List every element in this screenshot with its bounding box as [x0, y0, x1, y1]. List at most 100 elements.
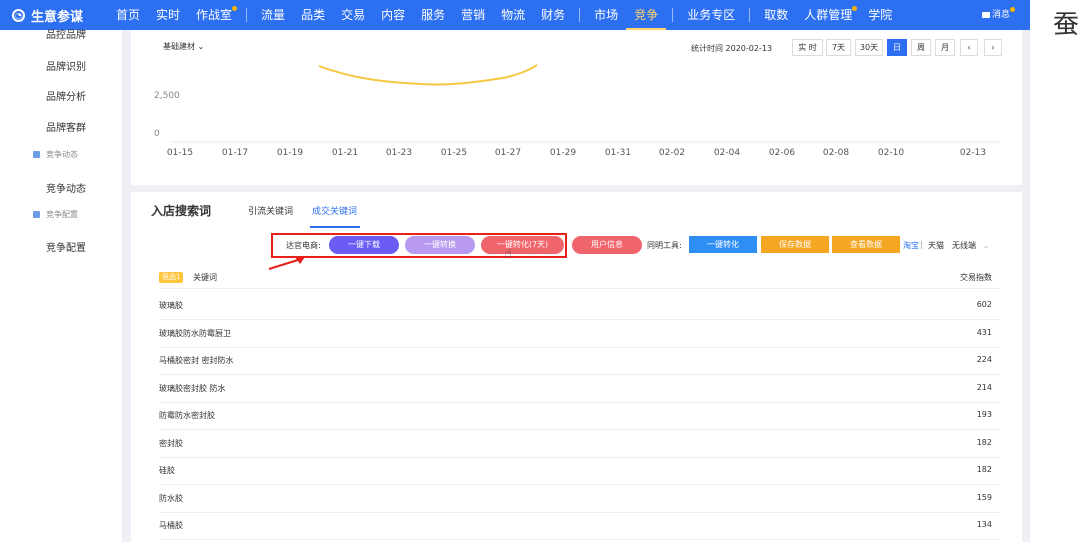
nav-item-label: 流量 — [261, 8, 286, 22]
y-tick-label: 2,500 — [154, 91, 180, 101]
x-tick-label: 01-15 — [166, 148, 194, 158]
nav-item[interactable]: 交易 — [333, 0, 373, 30]
message-label: 消息 — [991, 10, 1010, 20]
trade-index-cell: 431 — [976, 327, 992, 337]
keyword-card: 入店搜索词 引流关键词 成交关键词 达官电商: 一键下载 一键转换 一键转化(7… — [131, 192, 1022, 542]
table-header: 竞品1 关键词 交易指数 — [159, 270, 1001, 289]
arrow-icon — [268, 257, 305, 270]
nav-separator — [749, 8, 751, 22]
keyword-cell: 密封胶 — [159, 438, 183, 448]
x-tick-label: 01-25 — [440, 148, 468, 158]
nav-item[interactable]: 营销 — [453, 0, 493, 30]
trend-chart — [171, 64, 1001, 143]
trade-index-cell: 602 — [976, 300, 992, 309]
series-line — [318, 64, 538, 86]
notification-dot — [232, 6, 238, 11]
table-row: 玻璃胶密封胶 防水 214 — [159, 375, 1001, 403]
table-row: 密封胶 182 — [159, 430, 1001, 458]
keyword-cell: 防霉防水密封胶 — [159, 411, 215, 420]
nav-item[interactable]: 实时 — [148, 0, 188, 30]
nav-item-label: 市场 — [594, 8, 619, 22]
top-nav-bar: ◔ 生意参谋 首页 实时 作战室 流量 品类 交易 内容 服务 营销 物流 财务 市场 竞争 业务专区 取数… — [0, 0, 1030, 30]
nav-item-label: 竞争 — [634, 8, 659, 22]
nav-item-label: 学院 — [868, 8, 893, 22]
sidebar-group: 竞争配置 — [33, 209, 78, 220]
highlight-box — [271, 233, 567, 258]
cursor-icon: ☝ — [505, 247, 512, 260]
tmall-link[interactable]: 天猫 — [928, 240, 944, 251]
app-logo[interactable]: ◔ 生意参谋 — [12, 6, 108, 25]
nav-item[interactable]: 业务专区 — [679, 0, 743, 30]
folder-icon — [33, 151, 40, 158]
save-data-button[interactable]: 保存数据 — [761, 236, 829, 253]
trade-index-cell: 159 — [976, 492, 992, 502]
nav-item[interactable]: 品类 — [293, 0, 333, 30]
app-name: 生意参谋 — [31, 9, 84, 25]
nav-item-label: 品类 — [301, 8, 326, 22]
trade-index-cell: 182 — [976, 437, 992, 447]
table-row: 防霉防水密封胶 193 — [159, 402, 1001, 430]
keyword-cell: 硅胶 — [159, 466, 175, 475]
sidebar-item[interactable]: 竞争配置 — [46, 239, 86, 254]
nav-item[interactable]: 市场 — [586, 0, 626, 30]
active-tab-indicator — [310, 226, 360, 228]
keyword-cell: 防水胶 — [159, 493, 183, 503]
trade-index-cell: 182 — [976, 465, 992, 474]
nav-item[interactable]: 流量 — [253, 0, 293, 30]
nav-item[interactable]: 取数 — [756, 0, 796, 30]
nav-item-label: 首页 — [116, 8, 141, 22]
sidebar-item[interactable]: 品控品牌 — [46, 26, 86, 41]
keyword-cell: 玻璃胶防水防霉厨卫 — [159, 328, 231, 338]
keyword-cell: 马桶胶密封 密封防水 — [159, 356, 234, 365]
message-dot — [1010, 7, 1015, 12]
nav-item[interactable]: 内容 — [373, 0, 413, 30]
sidebar-item[interactable]: 品牌分析 — [46, 88, 86, 103]
trade-index-cell: 134 — [976, 520, 992, 529]
trade-index-cell: 214 — [976, 382, 992, 392]
nav-item-label: 业务专区 — [687, 8, 736, 22]
nav-item[interactable]: 人群管理 — [796, 0, 860, 30]
table-row: 玻璃胶防水防霉厨卫 431 — [159, 320, 1001, 348]
col-keyword: 关键词 — [193, 273, 217, 282]
nav-item[interactable]: 首页 — [108, 0, 148, 30]
nav-item-label: 人群管理 — [804, 8, 853, 22]
nav-item-label: 取数 — [764, 8, 789, 22]
table-row: 防水胶 159 — [159, 485, 1001, 513]
nav-item[interactable]: 作战室 — [188, 0, 240, 30]
sidebar-group: 竞争动态 — [33, 149, 78, 160]
message-button[interactable]: 消息 — [981, 0, 1015, 30]
view-data-button[interactable]: 查看数据 — [832, 236, 900, 253]
x-tick-label: 02-02 — [658, 148, 686, 158]
nav-separator — [246, 8, 248, 22]
folder-icon — [33, 211, 40, 218]
sidebar-item[interactable]: 品牌客群 — [46, 119, 86, 134]
card-title: 入店搜索词 — [151, 204, 212, 218]
sidebar-group-label: 竞争配置 — [46, 210, 78, 219]
nav-item-label: 服务 — [421, 8, 446, 22]
right-side-panel — [1030, 0, 1080, 542]
wireless-select[interactable]: 无线端 ⌄ — [952, 240, 989, 251]
nav-item-label: 交易 — [341, 8, 366, 22]
taobao-link[interactable]: 淘宝 — [903, 240, 919, 251]
one-click-transform-button[interactable]: 一键转化 — [689, 236, 757, 253]
nav-separator — [579, 8, 581, 22]
x-tick-label: 01-31 — [604, 148, 632, 158]
nav-item[interactable]: 财务 — [533, 0, 573, 30]
table-row: 硅胶 182 — [159, 457, 1001, 485]
sidebar: 品控品牌 品牌识别 品牌分析 品牌客群 竞争动态 竞争动态 竞争配置 竞争配置 — [0, 30, 122, 542]
nav-item-label: 财务 — [541, 8, 566, 22]
notification-dot — [852, 6, 858, 11]
user-info-button[interactable]: 用户信息 — [572, 236, 642, 254]
nav-item-label: 营销 — [461, 8, 486, 22]
nav-item[interactable]: 竞争 — [626, 0, 667, 30]
tab-deal-keywords[interactable]: 成交关键词 — [312, 204, 357, 217]
sidebar-item[interactable]: 竞争动态 — [46, 180, 86, 195]
x-tick-label: 02-06 — [768, 148, 796, 158]
nav-item[interactable]: 学院 — [860, 0, 900, 30]
sidebar-item[interactable]: 品牌识别 — [46, 58, 86, 73]
nav-separator — [672, 8, 674, 22]
nav-item[interactable]: 物流 — [493, 0, 533, 30]
nav-item[interactable]: 服务 — [413, 0, 453, 30]
platform-separator: | — [920, 240, 923, 249]
tab-traffic-keywords[interactable]: 引流关键词 — [248, 204, 293, 217]
